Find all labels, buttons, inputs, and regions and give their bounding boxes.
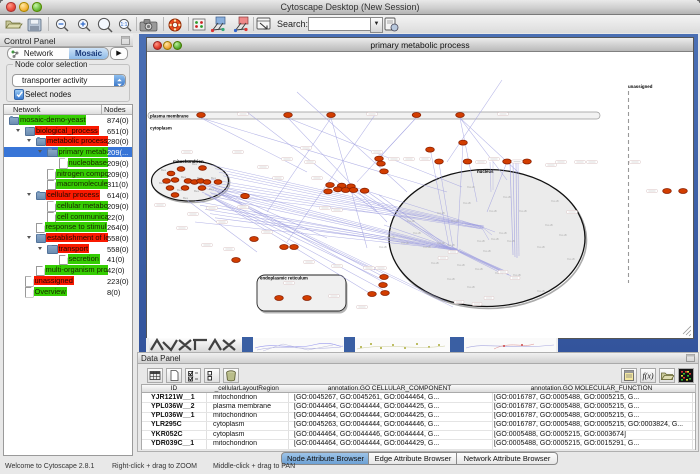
svg-text:nucleus: nucleus (477, 169, 494, 174)
svg-text:Xx-x: Xx-x (181, 176, 187, 179)
svg-text:Xx-x: Xx-x (183, 197, 189, 200)
svg-text:endoplasmic reticulum: endoplasmic reticulum (260, 276, 308, 281)
svg-text:Xxx-xB: Xxx-xB (401, 242, 409, 245)
svg-text:Xx-x: Xx-x (209, 188, 215, 191)
svg-text:Xxx-xB: Xxx-xB (437, 242, 445, 245)
svg-text:Xxx-xB: Xxx-xB (467, 186, 475, 189)
svg-text:Xxx-xB: Xxx-xB (537, 246, 545, 249)
svg-text:Xxx-xB: Xxx-xB (457, 264, 465, 267)
svg-text:Xxx-xB: Xxx-xB (489, 210, 497, 213)
svg-text:Xx-x: Xx-x (192, 163, 198, 166)
svg-text:cytoplasm: cytoplasm (150, 126, 172, 131)
svg-text:Xxx-xB: Xxx-xB (483, 250, 491, 253)
svg-text:Xxx-xB: Xxx-xB (387, 236, 395, 239)
svg-text:Xx-x: Xx-x (161, 169, 167, 172)
svg-text:Xxx-xB: Xxx-xB (447, 278, 455, 281)
svg-text:Xxx-xB: Xxx-xB (567, 258, 575, 261)
svg-text:Xxx-xB: Xxx-xB (477, 240, 485, 243)
svg-text:Xxx-xB: Xxx-xB (423, 246, 431, 249)
svg-text:Xxx-xB: Xxx-xB (413, 232, 421, 235)
svg-text:Xxx-xB: Xxx-xB (507, 240, 515, 243)
svg-text:plasma membrane: plasma membrane (150, 114, 189, 119)
svg-text:Xxx-xB: Xxx-xB (537, 290, 545, 293)
svg-text:Xxx-xB: Xxx-xB (463, 202, 471, 205)
svg-text:Xxx-xB: Xxx-xB (519, 210, 527, 213)
svg-text:Xxx-xB: Xxx-xB (437, 212, 445, 215)
svg-text:Xxx-xB: Xxx-xB (491, 238, 499, 241)
svg-text:Xxx-xB: Xxx-xB (551, 200, 559, 203)
svg-text:Xx-x: Xx-x (159, 182, 165, 185)
svg-text:Xxx-xB: Xxx-xB (503, 196, 511, 199)
svg-text:Xx-x: Xx-x (177, 189, 183, 192)
svg-text:Xx-x: Xx-x (194, 190, 200, 193)
svg-text:Xxx-xB: Xxx-xB (451, 220, 459, 223)
svg-text:unassigned: unassigned (628, 84, 653, 89)
svg-text:mitochondrion: mitochondrion (173, 159, 204, 164)
svg-text:Xxx-xB: Xxx-xB (545, 224, 553, 227)
svg-text:Xx-x: Xx-x (197, 177, 203, 180)
svg-text:Xxx-xB: Xxx-xB (499, 232, 507, 235)
svg-text:Xxx-xB: Xxx-xB (559, 234, 567, 237)
svg-text:f(x): f(x) (642, 372, 653, 381)
svg-text:Xxx-xB: Xxx-xB (379, 246, 387, 249)
svg-text:Xxx-xB: Xxx-xB (467, 286, 475, 289)
svg-text:1:1: 1:1 (121, 22, 128, 28)
svg-text:Xxx-xB: Xxx-xB (447, 244, 455, 247)
svg-text:Xx-x: Xx-x (211, 177, 217, 180)
svg-text:Xxx-xB: Xxx-xB (475, 268, 483, 271)
svg-text:Xxx-xB: Xxx-xB (407, 220, 415, 223)
svg-text:Xxx-xB: Xxx-xB (431, 262, 439, 265)
